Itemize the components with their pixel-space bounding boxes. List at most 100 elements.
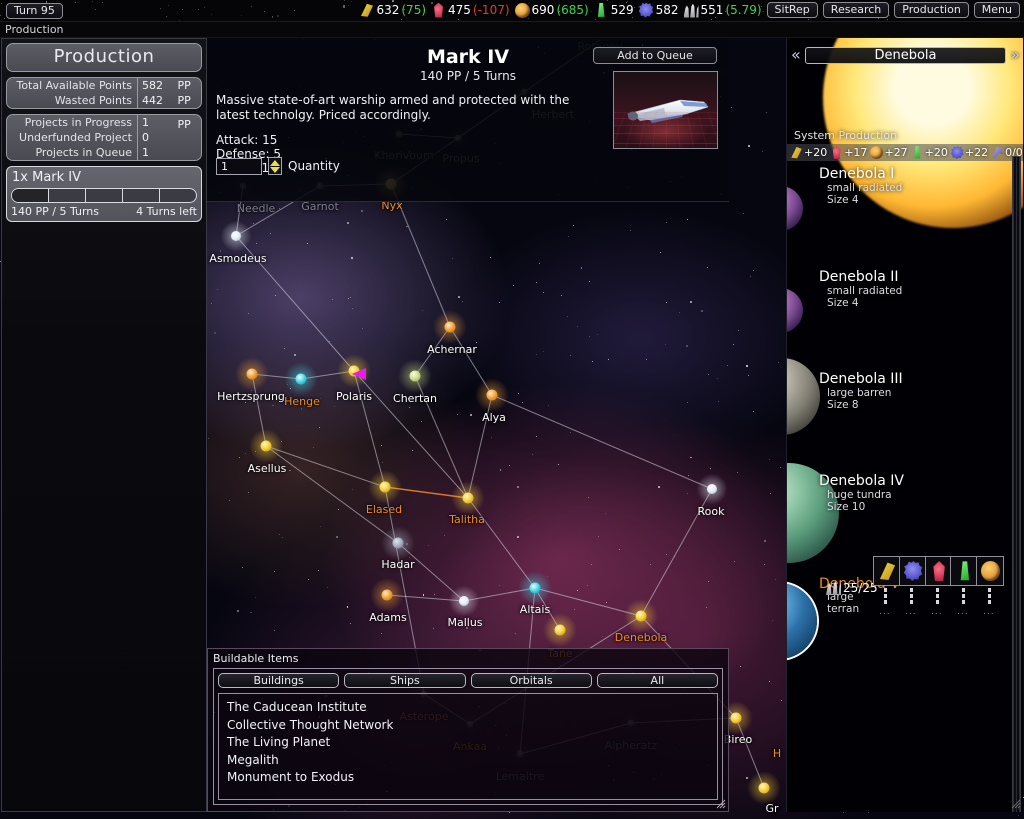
- tab-orbitals[interactable]: Orbitals: [470, 673, 592, 688]
- planet-name[interactable]: Denebola III: [819, 371, 903, 387]
- stat-label: Projects in Queue: [35, 146, 132, 159]
- trade-icon: [981, 561, 1001, 581]
- star-system-label[interactable]: Alya: [482, 411, 506, 424]
- star-system-elased[interactable]: [379, 481, 391, 493]
- star-system-gr[interactable]: [758, 782, 770, 794]
- star-system-altais[interactable]: [529, 582, 541, 594]
- buildable-list-item[interactable]: Monument to Exodus: [227, 769, 717, 787]
- buildable-list-item[interactable]: The Living Planet: [227, 734, 717, 752]
- star-system-label[interactable]: H: [773, 747, 781, 760]
- grid-line: [666, 112, 667, 148]
- sitrep-button[interactable]: SitRep: [766, 2, 818, 18]
- star-system-asmodeus[interactable]: [231, 231, 241, 241]
- system-panel-scrollbar[interactable]: [1012, 156, 1021, 812]
- planet-name[interactable]: Denebola I: [819, 166, 894, 182]
- star-system-label[interactable]: Polaris: [336, 390, 372, 403]
- system-navigation[interactable]: « Denebola »: [787, 44, 1023, 66]
- stepper-up-icon[interactable]: [270, 159, 280, 166]
- resource-cell[interactable]: [925, 557, 952, 585]
- next-system-icon[interactable]: »: [1006, 47, 1023, 63]
- tab-ships[interactable]: Ships: [344, 673, 466, 688]
- resource-cell[interactable]: [977, 557, 1003, 585]
- star-system-label[interactable]: Rook: [698, 505, 725, 518]
- resize-handle-icon[interactable]: [716, 799, 726, 809]
- resource-bar: ...: [925, 588, 951, 617]
- star-system-label[interactable]: Chertan: [393, 392, 437, 405]
- star-system-hadar[interactable]: [392, 537, 404, 549]
- food-icon: [879, 562, 896, 580]
- system-name[interactable]: Denebola: [804, 46, 1007, 64]
- star-system-label[interactable]: Altais: [520, 603, 550, 616]
- planet-name[interactable]: Denebola IV: [819, 473, 904, 489]
- buildable-items-list[interactable]: The Caducean Institute Collective Thought…: [218, 693, 718, 800]
- star-system-label[interactable]: Needle: [237, 202, 276, 215]
- star-system-henge[interactable]: [295, 373, 307, 385]
- planet-resource-icons[interactable]: [873, 556, 1004, 586]
- previous-system-icon[interactable]: «: [787, 47, 805, 63]
- buildable-list-item[interactable]: Megalith: [227, 752, 717, 770]
- star-system-label[interactable]: Asellus: [248, 462, 287, 475]
- planet-type: small radiated: [827, 182, 903, 194]
- star-system-label[interactable]: Hadar: [381, 558, 414, 571]
- industry-icon: [832, 146, 841, 159]
- planet-resource-bars: ...............: [873, 588, 1004, 617]
- panel-resize-handle-icon[interactable]: [1011, 799, 1021, 809]
- stepper-down-icon[interactable]: [270, 166, 280, 173]
- star-system-talitha[interactable]: [462, 492, 474, 504]
- planet-sphere[interactable]: [787, 358, 820, 435]
- star-system-label[interactable]: Asmodeus: [209, 252, 266, 265]
- star-system-tane[interactable]: [554, 624, 566, 636]
- stat-value: 0: [142, 131, 149, 144]
- production-panel[interactable]: Production Total Available Points Wasted …: [1, 38, 207, 812]
- queue-item-card[interactable]: 1x Mark IV 140 PP / 5 Turns 4 Turns left: [6, 166, 202, 222]
- resource-cell[interactable]: [951, 557, 978, 585]
- star-system-label[interactable]: Henge: [284, 395, 320, 408]
- production-panel-title: Production: [53, 46, 155, 67]
- buildable-items-panel[interactable]: Buildable Items Buildings Ships Orbitals Al…: [207, 648, 729, 812]
- item-description: Massive state-of-art warship armed and p…: [216, 93, 570, 122]
- quantity-stepper[interactable]: [268, 157, 282, 175]
- system-production-trade: +27: [870, 146, 908, 159]
- star-system-asellus[interactable]: [260, 440, 272, 452]
- star-system-label[interactable]: Hertzsprung: [217, 390, 285, 403]
- buildable-category-tabs[interactable]: Buildings Ships Orbitals All: [218, 673, 718, 688]
- star-system-chertan[interactable]: [409, 370, 421, 382]
- buildable-list-item[interactable]: The Caducean Institute: [227, 699, 717, 717]
- production-button[interactable]: Production: [894, 2, 969, 18]
- star-system-alya[interactable]: [486, 389, 498, 401]
- star-system-rook[interactable]: [707, 484, 717, 494]
- star-system-hertzsprung[interactable]: [246, 368, 258, 380]
- queue-item-cost: 140 PP / 5 Turns: [11, 205, 100, 218]
- resource-industry: 475 (-107): [431, 2, 510, 18]
- star-system-label[interactable]: Achernar: [427, 343, 477, 356]
- planet-sphere[interactable]: [787, 186, 803, 231]
- buildable-list-item[interactable]: Collective Thought Network: [227, 717, 717, 735]
- star-system-label[interactable]: Elased: [366, 503, 402, 516]
- star-system-denebola[interactable]: [635, 610, 647, 622]
- star-system-label[interactable]: Mallus: [447, 616, 482, 629]
- menu-button[interactable]: Menu: [973, 2, 1020, 18]
- star-system-adams[interactable]: [381, 589, 393, 601]
- resource-tick: [962, 588, 965, 592]
- resource-cell[interactable]: [874, 557, 900, 585]
- star-system-label[interactable]: Talitha: [449, 513, 485, 526]
- star-system-achernar[interactable]: [444, 321, 456, 333]
- star-system-label[interactable]: Gr: [765, 802, 778, 815]
- star-system-label[interactable]: Adams: [369, 611, 407, 624]
- planet-name[interactable]: Denebola II: [819, 269, 899, 285]
- tab-buildings[interactable]: Buildings: [218, 673, 340, 688]
- planet-sphere[interactable]: [787, 288, 803, 333]
- tab-all[interactable]: All: [596, 673, 718, 688]
- research-button[interactable]: Research: [822, 2, 890, 18]
- add-to-queue-button[interactable]: Add to Queue: [593, 47, 717, 64]
- planet-sphere[interactable]: [787, 583, 817, 659]
- star-system-mallus[interactable]: [459, 596, 469, 606]
- star-system-bireo[interactable]: [730, 712, 742, 724]
- turn-counter[interactable]: Turn 95: [6, 3, 63, 19]
- star-system-label[interactable]: Denebola: [615, 631, 668, 644]
- quantity-input[interactable]: [216, 157, 262, 175]
- resource-cell[interactable]: [899, 557, 926, 585]
- planet-type: large barren: [827, 387, 892, 399]
- system-panel[interactable]: « Denebola » System Production +20 +17 +27…: [786, 38, 1023, 812]
- quantity-control[interactable]: Quantity: [216, 157, 340, 175]
